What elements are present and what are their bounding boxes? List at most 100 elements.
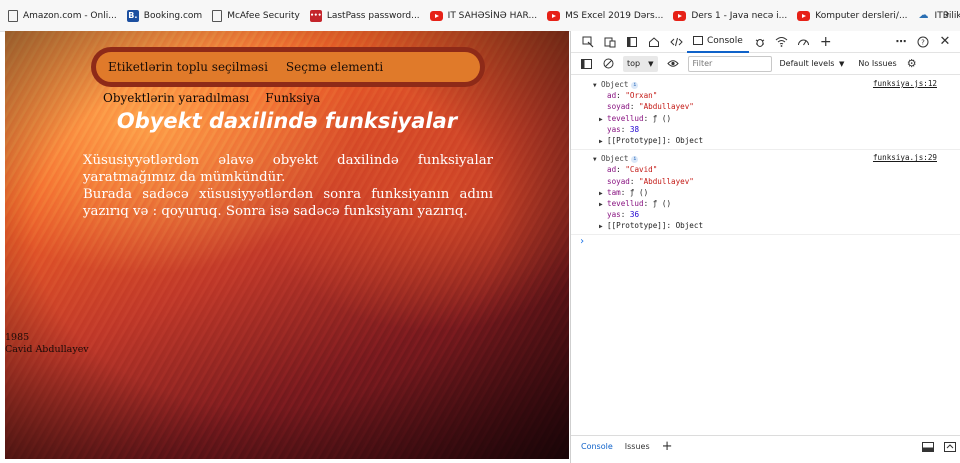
lastpass-icon: ••• (309, 9, 322, 22)
bookmark-item[interactable]: B. Booking.com (126, 4, 202, 28)
property-value: "Abdullayev" (639, 176, 694, 186)
itbilik-icon: ☁ (918, 10, 929, 21)
source-link[interactable]: funksiya.js:12 (873, 79, 937, 88)
bookmark-item[interactable]: ☁ITBilik.az (918, 4, 960, 28)
devtools-toolbar: Console + ⋯ ? ✕ (571, 31, 960, 53)
help-icon[interactable]: ? (912, 32, 934, 52)
property-key: [[Prototype]] (607, 221, 667, 231)
property-value: "Cavid" (625, 165, 658, 175)
chevron-down-icon: ▼ (648, 59, 654, 68)
page-footer: 1985 Cavid Abdullayev (5, 332, 89, 356)
object-property[interactable]: ▶ [[Prototype]]: Object (593, 135, 953, 146)
nav-link-obyektlerin[interactable]: Obyektlərin yaradılması (103, 91, 249, 105)
youtube-icon (673, 10, 687, 21)
svg-text:?: ? (921, 38, 925, 46)
console-filter-bar: top ▼ Default levels ▼ No Issues ⚙ (571, 53, 960, 75)
sources-bug-icon[interactable] (749, 32, 771, 52)
clear-console-icon[interactable] (597, 54, 619, 74)
close-devtools-icon[interactable]: ✕ (934, 32, 956, 52)
nav-link-secme-elementi[interactable]: Seçmə elementi (286, 60, 383, 74)
bookmark-item[interactable]: Komputer dersleri/... (797, 4, 908, 28)
sidebar-toggle-icon[interactable] (575, 54, 597, 74)
info-icon: i (631, 155, 639, 163)
property-key: soyad (607, 176, 630, 186)
property-key: tevellud (607, 198, 644, 208)
sub-navigation: Obyektlərin yaradılması Funksiya (103, 91, 336, 105)
more-options-icon[interactable]: ⋯ (890, 32, 912, 52)
youtube-icon (797, 10, 811, 21)
property-key: yas (607, 210, 621, 220)
property-key: [[Prototype]] (607, 135, 667, 145)
bookmark-item[interactable]: McAfee Security (212, 4, 300, 28)
property-key: ad (607, 91, 617, 101)
console-tab-icon (693, 36, 703, 45)
console-prompt[interactable]: › (571, 235, 960, 249)
bookmark-item[interactable]: MS Excel 2019 Dərs... (547, 4, 663, 28)
elements-code-icon[interactable] (665, 32, 687, 52)
console-output: funksiya.js:12 ▼ Object i ad: "Orxan" soyad: … (571, 76, 960, 436)
console-message: funksiya.js:29 ▼ Object i ad: "Cavid" soyad: … (571, 150, 960, 236)
bookmark-item[interactable]: IT SAHƏSİNƏ HAR... (429, 4, 537, 28)
bookmark-item[interactable]: Ders 1 - Java necə i... (673, 4, 787, 28)
footer-year: 1985 (5, 332, 30, 343)
bookmark-label: Ders 1 - Java necə i... (691, 10, 788, 21)
content-text: Xüsusiyyətlərdən əlavə obyekt daxilində … (83, 152, 493, 220)
object-property: ad: "Cavid" (607, 165, 658, 175)
log-levels-dropdown[interactable]: Default levels ▼ (780, 59, 845, 68)
page-icon (212, 9, 223, 22)
object-property[interactable]: ▶ [[Prototype]]: Object (593, 220, 953, 231)
property-key: yas (607, 124, 621, 134)
bookmarks-overflow-chevron-icon[interactable]: › (944, 6, 950, 22)
nav-link-etiketlerin[interactable]: Etiketlərin toplu seçilməsi (108, 60, 268, 74)
object-property: soyad: "Abdullayev" (607, 102, 694, 112)
console-filter-input[interactable] (687, 55, 772, 72)
property-value: "Orxan" (625, 91, 658, 101)
tab-console[interactable]: Console (687, 31, 749, 53)
property-value: 38 (629, 124, 640, 134)
context-selector-value: top (627, 59, 641, 68)
collapsed-triangle-icon: ▶ (599, 137, 603, 145)
log-levels-label: Default levels (779, 59, 835, 68)
drawer-tab-console[interactable]: Console (581, 442, 613, 451)
dock-drawer-icon[interactable] (917, 437, 939, 457)
property-value: ƒ () (652, 113, 672, 123)
live-expression-eye-icon[interactable] (662, 54, 684, 74)
object-header-label: Object (601, 80, 629, 89)
info-icon: i (631, 81, 639, 89)
bookmark-label: Komputer dersleri/... (815, 10, 908, 21)
add-tool-icon[interactable]: + (815, 32, 837, 52)
object-property: ad: "Orxan" (607, 91, 658, 101)
property-value: Object (675, 221, 704, 231)
youtube-icon (429, 10, 443, 21)
bookmarks-bar: Amazon.com - Onli... B. Booking.com McAfee … (0, 0, 960, 32)
property-value: 36 (629, 210, 640, 220)
collapsed-triangle-icon: ▶ (599, 223, 603, 231)
drawer-tab-issues[interactable]: Issues (625, 442, 650, 451)
console-settings-gear-icon[interactable]: ⚙ (901, 54, 923, 74)
expand-drawer-icon[interactable] (939, 437, 960, 457)
property-value: "Abdullayev" (639, 102, 694, 112)
drawer-right (917, 437, 960, 457)
performance-gauge-icon[interactable] (793, 32, 815, 52)
source-link[interactable]: funksiya.js:29 (873, 153, 937, 162)
bookmark-item[interactable]: ••• LastPass password... (309, 4, 420, 28)
inspect-element-icon[interactable] (577, 32, 599, 52)
levels-chevron-down-icon: ▼ (839, 60, 845, 68)
bookmark-item[interactable]: Amazon.com - Onli... (8, 4, 117, 28)
context-selector[interactable]: top ▼ (623, 55, 658, 72)
welcome-home-icon[interactable] (643, 32, 665, 52)
nav-link-funksiya[interactable]: Funksiya (265, 91, 320, 105)
object-property[interactable]: ▶ tevellud: ƒ () (593, 198, 953, 209)
paragraph-2: Burada sadəcə xüsusiyyətlərdən sonra fun… (83, 187, 493, 219)
youtube-icon (547, 10, 561, 21)
property-value: ƒ () (652, 198, 672, 208)
device-emulation-icon[interactable] (599, 32, 621, 52)
issues-counter[interactable]: No Issues (858, 59, 896, 68)
object-property[interactable]: ▶ tevellud: ƒ () (593, 113, 953, 124)
drawer-add-tab-icon[interactable]: + (662, 439, 673, 454)
devtools-drawer: Console Issues + (571, 435, 960, 457)
network-wifi-icon[interactable] (771, 32, 793, 52)
collapsed-triangle-icon: ▶ (599, 200, 603, 208)
object-property[interactable]: ▶ tam: ƒ () (593, 187, 953, 198)
toggle-panel-icon[interactable] (621, 32, 643, 52)
